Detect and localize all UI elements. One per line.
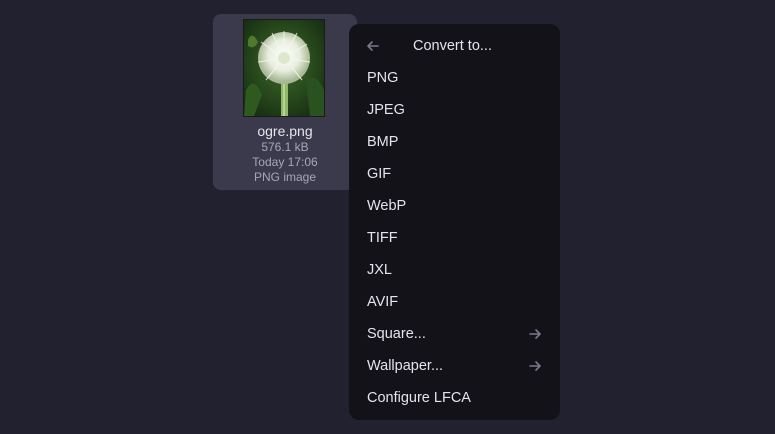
menu-item-label: PNG <box>367 70 399 86</box>
menu-item-wallpaper[interactable]: Wallpaper... <box>349 350 560 382</box>
menu-item-label: TIFF <box>367 230 398 246</box>
menu-item-jxl[interactable]: JXL <box>349 254 560 286</box>
menu-item-configure-lfca[interactable]: Configure LFCA <box>349 382 560 414</box>
menu-header[interactable]: Convert to... <box>349 30 560 62</box>
menu-item-gif[interactable]: GIF <box>349 158 560 190</box>
menu-item-label: JXL <box>367 262 392 278</box>
menu-item-png[interactable]: PNG <box>349 62 560 94</box>
context-menu-convert: Convert to... PNG JPEG BMP GIF WebP TIFF… <box>349 24 560 420</box>
arrow-left-icon[interactable] <box>365 38 381 54</box>
menu-item-square[interactable]: Square... <box>349 318 560 350</box>
file-type: PNG image <box>253 170 317 184</box>
desktop: ogre.png 576.1 kB Today 17:06 PNG image … <box>0 0 775 434</box>
menu-item-label: GIF <box>367 166 392 182</box>
menu-item-label: Configure LFCA <box>367 390 471 406</box>
menu-item-bmp[interactable]: BMP <box>349 126 560 158</box>
arrow-right-icon <box>527 358 543 374</box>
menu-item-jpeg[interactable]: JPEG <box>349 94 560 126</box>
menu-title: Convert to... <box>413 38 492 54</box>
image-thumbnail <box>243 19 325 117</box>
menu-item-label: Square... <box>367 326 426 342</box>
file-modified-date: Today 17:06 <box>252 155 318 169</box>
menu-item-label: BMP <box>367 134 399 150</box>
menu-item-label: WebP <box>367 198 407 214</box>
arrow-right-icon <box>527 326 543 342</box>
file-name: ogre.png <box>257 123 313 139</box>
file-size: 576.1 kB <box>261 140 309 154</box>
menu-item-tiff[interactable]: TIFF <box>349 222 560 254</box>
file-item-ogre[interactable]: ogre.png 576.1 kB Today 17:06 PNG image <box>213 14 357 190</box>
menu-item-label: AVIF <box>367 294 399 310</box>
menu-item-webp[interactable]: WebP <box>349 190 560 222</box>
menu-item-label: Wallpaper... <box>367 358 444 374</box>
menu-item-label: JPEG <box>367 102 405 118</box>
menu-item-avif[interactable]: AVIF <box>349 286 560 318</box>
